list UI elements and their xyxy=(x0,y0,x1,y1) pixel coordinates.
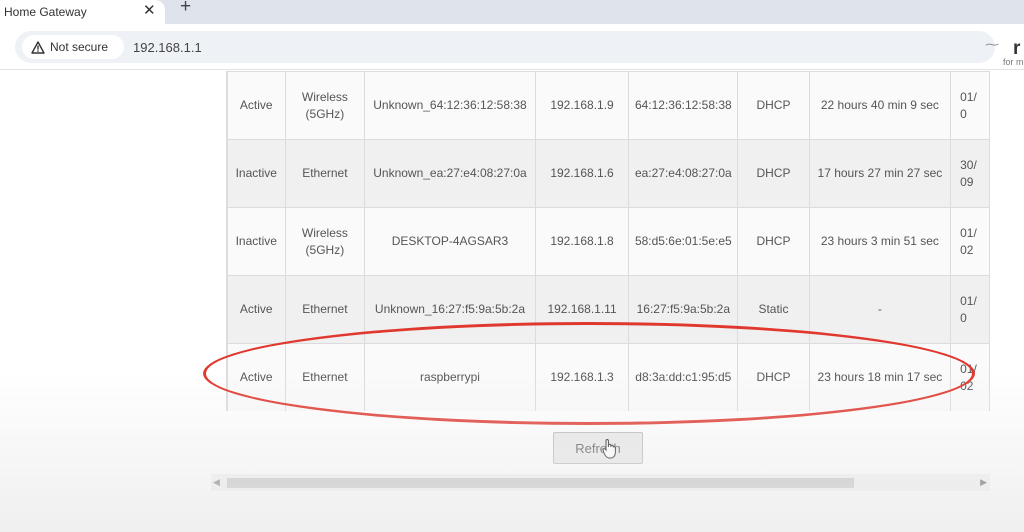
cell-device-name: Unknown_64:12:36:12:58:38 xyxy=(364,71,536,140)
cell-mac-address: d8:3a:dd:c1:95:d5 xyxy=(628,343,739,411)
table-row: Active Wireless (5GHz) Unknown_64:12:36:12:… xyxy=(227,71,990,140)
cell-status: Active xyxy=(227,71,286,140)
scroll-left-icon[interactable]: ◀ xyxy=(213,477,220,488)
cell-device-name: raspberrypi xyxy=(364,343,536,411)
cell-expires-line: 02 xyxy=(960,378,974,393)
cell-connection: Wireless (5GHz) xyxy=(284,71,366,140)
scrollbar-thumb[interactable] xyxy=(227,478,854,488)
cell-lease-time: 22 hours 40 min 9 sec xyxy=(808,71,952,140)
cell-expires: 01/02 xyxy=(950,207,990,276)
close-tab-icon[interactable]: ✕ xyxy=(143,1,156,19)
scroll-right-icon[interactable]: ▶ xyxy=(980,477,987,488)
cell-connection-line: Ethernet xyxy=(302,302,348,316)
cell-expires-line: 09 xyxy=(960,174,974,189)
device-table-container: Active Wireless (5GHz) Unknown_64:12:36:12:… xyxy=(226,71,990,411)
cell-ip-address: 192.168.1.9 xyxy=(534,71,630,140)
cell-expires-line: 01/ xyxy=(960,361,977,376)
cell-connection: Ethernet xyxy=(284,275,366,344)
cell-ip-address: 192.168.1.3 xyxy=(534,343,630,411)
tab-home-gateway[interactable]: Home Gateway ✕ xyxy=(0,0,165,24)
cell-lease-time: 23 hours 3 min 51 sec xyxy=(808,207,952,276)
not-secure-label: Not secure xyxy=(50,40,109,54)
cell-status: Active xyxy=(227,343,286,411)
new-tab-icon[interactable]: + xyxy=(180,0,191,18)
cell-expires-line: 02 xyxy=(960,242,974,257)
cell-lease-time: 17 hours 27 min 27 sec xyxy=(808,139,952,208)
cell-expires: 01/0 xyxy=(950,275,990,344)
table-row: Active Ethernet raspberrypi 192.168.1.3 d8:3… xyxy=(227,343,990,411)
cell-mac-address: 58:d5:6e:01:5e:e5 xyxy=(628,207,739,276)
table-row: Inactive Wireless (5GHz) DESKTOP-4AGSAR3 192… xyxy=(227,207,990,276)
address-bar[interactable]: Not secure 192.168.1.1 xyxy=(15,31,995,63)
cell-device-name: DESKTOP-4AGSAR3 xyxy=(364,207,536,276)
cell-address-type: Static xyxy=(737,275,810,344)
cell-lease-time: - xyxy=(808,275,952,344)
table-row: Active Ethernet Unknown_16:27:f5:9a:5b:2a 1… xyxy=(227,275,990,344)
table-row: Inactive Ethernet Unknown_ea:27:e4:08:27:0… xyxy=(227,139,990,208)
cell-mac-address: 16:27:f5:9a:5b:2a xyxy=(628,275,739,344)
cell-device-name: Unknown_ea:27:e4:08:27:0a xyxy=(364,139,536,208)
cell-expires: 01/0 xyxy=(950,71,990,140)
cell-connection-line: Ethernet xyxy=(302,166,348,180)
horizontal-scrollbar[interactable]: ◀ ▶ xyxy=(211,474,990,491)
cell-ip-address: 192.168.1.6 xyxy=(534,139,630,208)
cell-expires: 30/09 xyxy=(950,139,990,208)
logo-swoosh-icon: ⁓ xyxy=(985,36,999,52)
gateway-page: Active Wireless (5GHz) Unknown_64:12:36:12:… xyxy=(0,71,1024,532)
cell-address-type: DHCP xyxy=(737,343,810,411)
cell-status: Active xyxy=(227,275,286,344)
refresh-button[interactable]: Refresh xyxy=(553,432,643,464)
cell-connection-line: Wireless xyxy=(301,225,348,240)
logo-tagline: for m xyxy=(1003,57,1024,67)
cell-expires: 01/02 xyxy=(950,343,990,411)
tab-title: Home Gateway xyxy=(4,5,87,19)
cell-address-type: DHCP xyxy=(737,207,810,276)
cell-expires-line: 01/ xyxy=(960,293,977,308)
cell-ip-address: 192.168.1.11 xyxy=(534,275,630,344)
cell-expires-line: 01/ xyxy=(960,225,977,240)
cell-connection: Ethernet xyxy=(284,343,366,411)
cell-ip-address: 192.168.1.8 xyxy=(534,207,630,276)
cell-connection-line: Ethernet xyxy=(302,370,348,384)
browser-toolbar: Not secure 192.168.1.1 ⁓ r for m xyxy=(0,24,1024,70)
table-right-edge xyxy=(990,71,1024,411)
cell-connection-line: (5GHz) xyxy=(305,242,345,257)
cell-expires-line: 01/ xyxy=(960,89,977,104)
cell-expires-line: 0 xyxy=(960,106,967,121)
cell-expires-line: 0 xyxy=(960,310,967,325)
cell-status: Inactive xyxy=(227,139,286,208)
cell-mac-address: 64:12:36:12:58:38 xyxy=(628,71,739,140)
warning-icon xyxy=(31,40,45,54)
cell-status: Inactive xyxy=(227,207,286,276)
cell-device-name: Unknown_16:27:f5:9a:5b:2a xyxy=(364,275,536,344)
url-text[interactable]: 192.168.1.1 xyxy=(133,40,202,55)
device-table: Active Wireless (5GHz) Unknown_64:12:36:12:… xyxy=(227,71,990,411)
tab-strip: Home Gateway ✕ + xyxy=(0,0,1024,24)
channel-logo: ⁓ r for m xyxy=(975,32,1024,72)
cell-connection: Wireless (5GHz) xyxy=(284,207,366,276)
security-chip[interactable]: Not secure xyxy=(22,35,124,59)
cell-connection-line: (5GHz) xyxy=(305,106,345,121)
cell-lease-time: 23 hours 18 min 17 sec xyxy=(808,343,952,411)
cell-address-type: DHCP xyxy=(737,139,810,208)
cell-address-type: DHCP xyxy=(737,71,810,140)
cell-connection-line: Wireless xyxy=(301,89,348,104)
cell-expires-line: 30/ xyxy=(960,157,977,172)
cell-mac-address: ea:27:e4:08:27:0a xyxy=(628,139,739,208)
cell-connection: Ethernet xyxy=(284,139,366,208)
